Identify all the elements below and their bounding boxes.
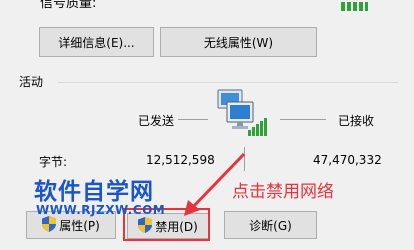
wireless-properties-button[interactable]: 无线属性(W): [160, 27, 317, 57]
properties-button-label: 属性(P): [59, 218, 100, 233]
watermark-title: 软件自学网: [34, 179, 154, 205]
bytes-label: 字节:: [39, 155, 68, 169]
signal-strength-bars-icon: [340, 0, 368, 11]
sent-label: 已发送: [138, 114, 175, 128]
received-connector-line: [280, 119, 326, 120]
details-button-label: 详细信息(E)...: [58, 35, 135, 50]
annotation-text: 点击禁用网络: [232, 182, 334, 202]
activity-section-title: 活动: [19, 75, 44, 89]
wireless-properties-label: 无线属性(W): [203, 35, 274, 50]
diagnose-button-label: 诊断(G): [249, 218, 292, 233]
details-button[interactable]: 详细信息(E)...: [39, 27, 154, 57]
watermark-url: WWW.RJZXW.COM: [36, 203, 166, 217]
section-divider: [58, 82, 398, 83]
uac-shield-icon: [42, 215, 57, 235]
signal-quality-label: 信号质量:: [40, 0, 97, 11]
network-computer-icon: [214, 88, 270, 138]
bytes-received-value: 47,470,332: [313, 153, 382, 167]
received-label: 已接收: [338, 114, 375, 128]
sent-connector-line: [178, 119, 208, 120]
